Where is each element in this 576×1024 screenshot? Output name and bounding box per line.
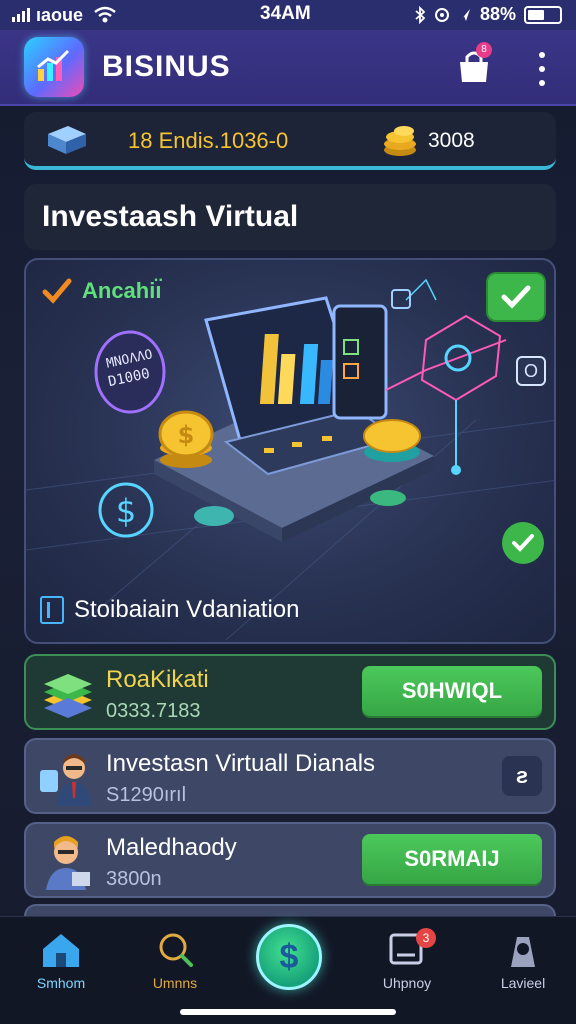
center-wallet-button[interactable]: $: [256, 924, 322, 990]
info-button[interactable]: O: [516, 356, 546, 386]
tag-label: Ancahiı̈: [82, 278, 162, 303]
nav-search[interactable]: Umnns: [120, 931, 230, 991]
balance-bar: 18 Endis.1036-0 3008: [24, 112, 556, 170]
app-title: BISINUS: [102, 50, 231, 83]
item-subtitle: 0333.7183: [106, 700, 201, 722]
nav-home[interactable]: Smhom: [6, 931, 116, 991]
laptop-illustration: $ $: [26, 278, 554, 641]
wifi-icon: [94, 6, 116, 23]
search-icon: [159, 933, 193, 967]
more-options-icon[interactable]: [532, 52, 552, 86]
caption-text: Stoibaiain Vdaniation: [74, 596, 300, 623]
confirm-button[interactable]: [488, 274, 544, 320]
businessman-avatar: [40, 754, 92, 806]
app-logo-icon: [24, 37, 84, 97]
item-title: Investasn Virtuall Dianals: [106, 750, 376, 777]
nav-history[interactable]: Uhpnoy: [352, 931, 462, 991]
info-icon: O: [523, 360, 538, 381]
cash-stack-icon: [44, 674, 92, 718]
hero-banner: $ $ Ancahiı̈ ΜΝΟΛΛΟ D1000 O Stoibaiain V…: [24, 258, 556, 644]
location-icon: [459, 8, 470, 21]
dollar-icon: $: [279, 937, 299, 976]
wallet-icon: [48, 126, 86, 154]
battery-icon: [524, 5, 562, 24]
approve-button[interactable]: [502, 522, 544, 564]
list-item[interactable]: Maledhaody 3800n S0RMAIJ: [24, 822, 556, 898]
tag-label-row: Ancahiı̈: [42, 278, 161, 304]
item-title: RoaKikati: [106, 666, 209, 693]
signal-icon: [12, 8, 30, 22]
svg-text:$: $: [178, 421, 195, 449]
page-title: Investaash Virtual: [42, 200, 299, 233]
user-level-icon: [511, 937, 535, 967]
carrier-label: ıaoue: [36, 4, 84, 25]
document-icon: [40, 596, 64, 624]
nav-level[interactable]: Lavieel: [468, 931, 576, 991]
check-icon: [501, 285, 531, 309]
section-title-card: Investaash Virtual: [24, 184, 556, 250]
svg-text:$: $: [116, 492, 136, 530]
history-badge: 3: [416, 928, 436, 948]
alarm-icon: [434, 7, 449, 22]
battery-percent: 88%: [479, 4, 516, 24]
clock: 34AM: [260, 3, 311, 24]
user-avatar: [46, 836, 90, 890]
nav-home-label: Smhom: [36, 975, 86, 991]
check-icon: [512, 534, 534, 552]
item-subtitle: S1290ırıl: [106, 784, 187, 806]
nav-level-label: Lavieel: [500, 975, 546, 991]
checkmark-icon: [42, 278, 72, 304]
nav-search-label: Umnns: [152, 975, 198, 991]
home-indicator: [180, 1009, 396, 1015]
nav-history-label: Uhpnoy: [382, 975, 432, 991]
item-subtitle: 3800n: [106, 868, 162, 890]
item-title: Maledhaody: [106, 834, 237, 861]
home-icon: [43, 934, 79, 967]
coin-stack-icon: [384, 126, 416, 156]
notification-badge: 8: [476, 42, 492, 58]
balance-amount: 18 Endis.1036-0: [128, 128, 289, 153]
list-item[interactable]: RoaKikati 0333.7183 S0HWIQL: [24, 654, 556, 730]
bluetooth-icon: [415, 5, 426, 24]
coin-count: 3008: [428, 129, 475, 152]
hero-caption: Stoibaiain Vdaniation: [40, 596, 300, 624]
list-item[interactable]: Investasn Virtuall Dianals S1290ırıl ƨ: [24, 738, 556, 814]
app-header: BISINUS 8: [0, 30, 576, 106]
item-action-button[interactable]: S0HWIQL: [362, 666, 542, 716]
item-action-button[interactable]: S0RMAIJ: [362, 834, 542, 884]
status-bar: ıaoue 34AM 88%: [0, 0, 576, 30]
item-menu-button[interactable]: ƨ: [502, 756, 542, 796]
